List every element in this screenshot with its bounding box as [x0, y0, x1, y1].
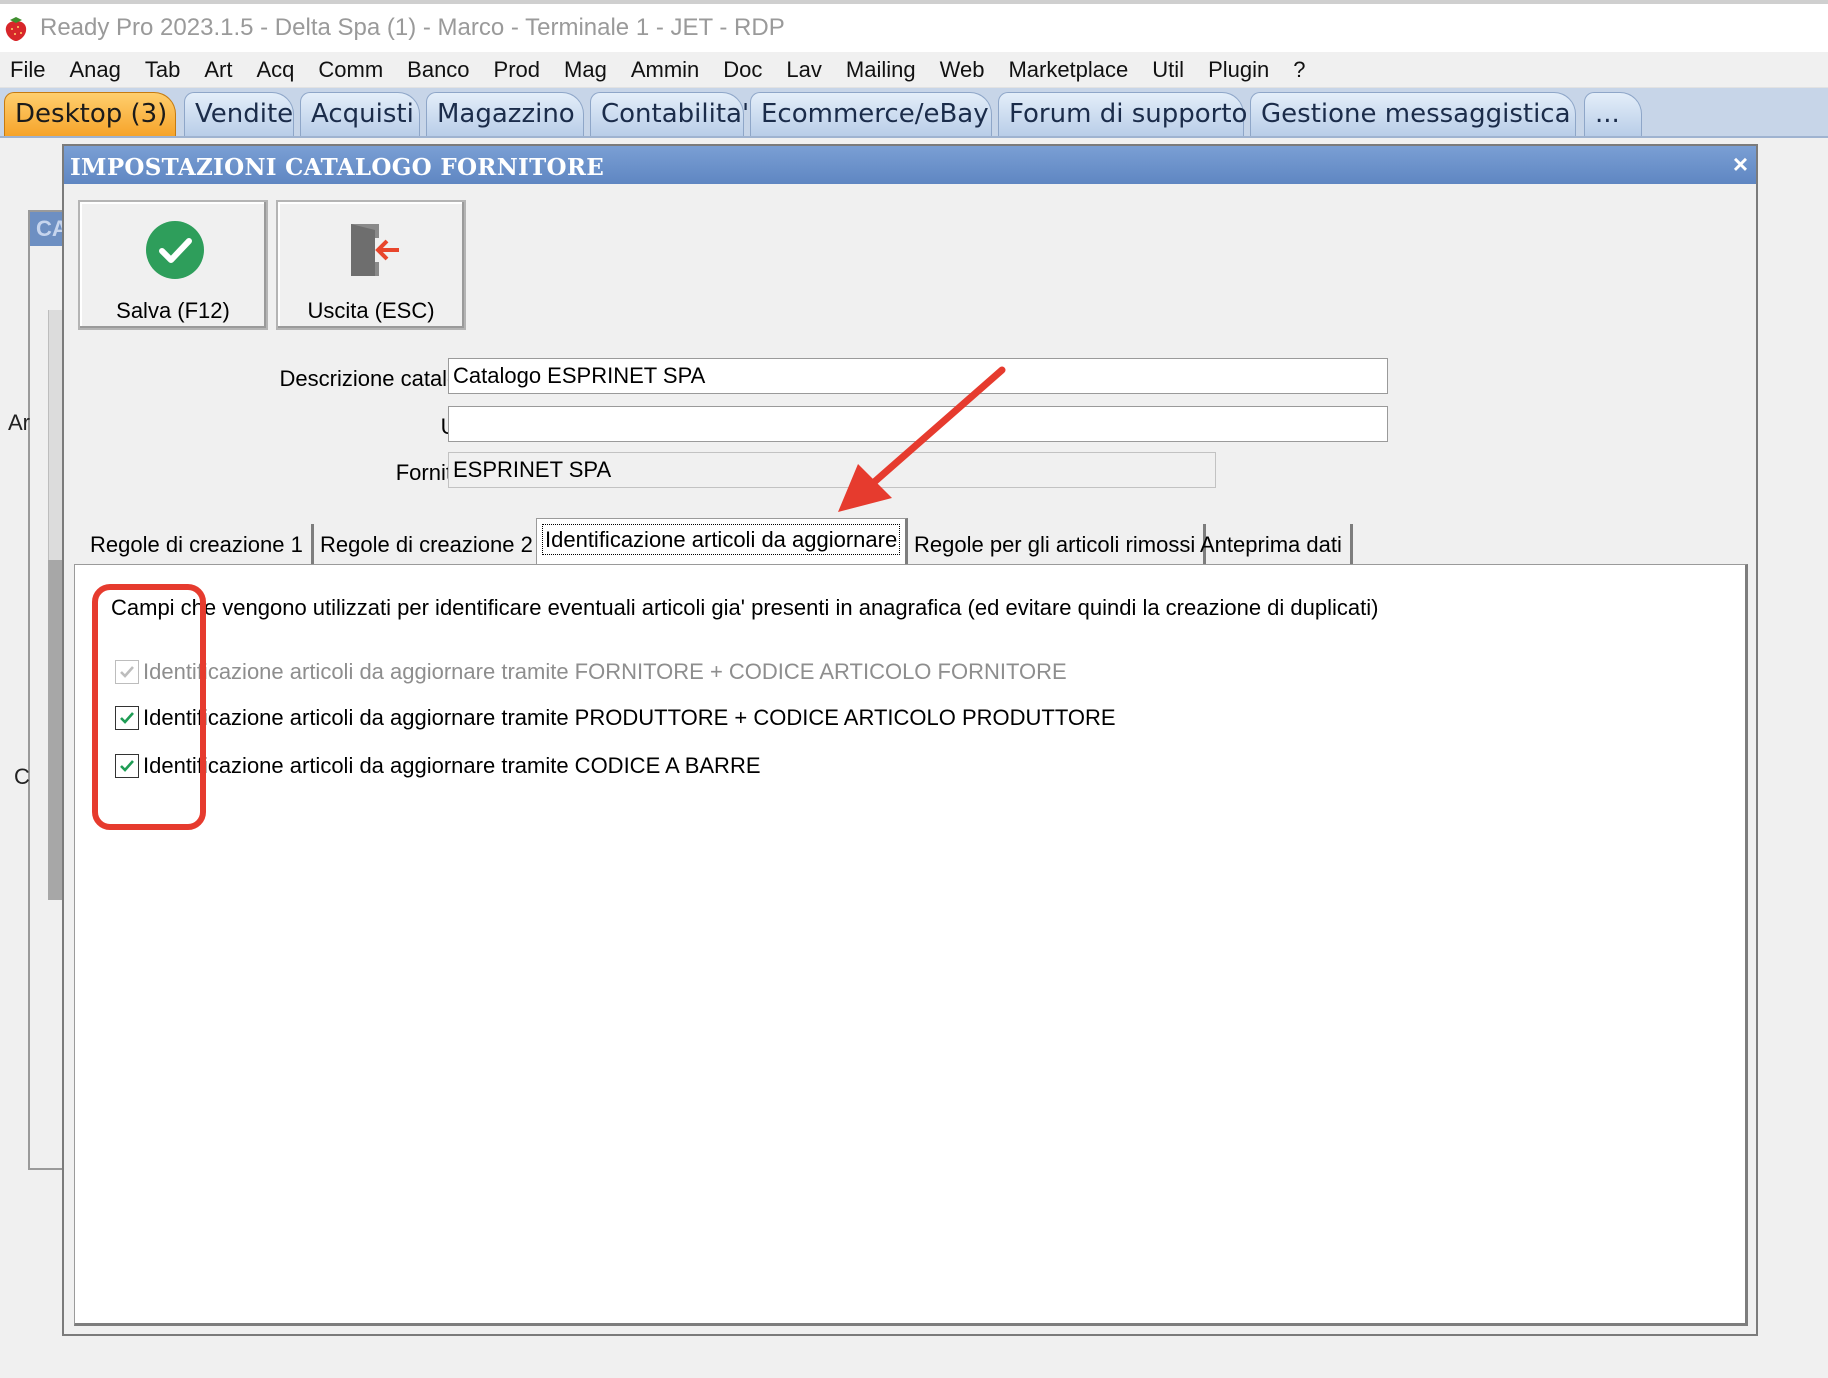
exit-button-label: Uscita (ESC) — [307, 298, 435, 323]
supplier-catalog-settings-dialog: IMPOSTAZIONI CATALOGO FORNITORE × Salva … — [62, 144, 1758, 1336]
menu-item[interactable]: Comm — [308, 57, 397, 83]
option-label: Identificazione articoli da aggiornare t… — [143, 705, 1116, 730]
menu-bar: File Anag Tab Art Acq Comm Banco Prod Mag Ammin Do… — [0, 52, 1828, 88]
menu-item[interactable]: Prod — [484, 57, 554, 83]
app-tab[interactable]: Gestione messaggistica — [1250, 92, 1576, 136]
background-window-label: Ar — [8, 410, 30, 435]
tab-label: Regole di creazione 1 — [90, 532, 303, 557]
app-tab[interactable]: Acquisti — [300, 92, 420, 136]
menu-item[interactable]: Mailing — [836, 57, 930, 83]
checkmark-circle-icon — [146, 221, 204, 279]
tab-label: Anteprima dati — [1200, 532, 1342, 557]
identification-option: Identificazione articoli da aggiornare t… — [115, 659, 1067, 685]
app-tab-strip: Desktop (3) Vendite Acquisti Magazzino Conta… — [0, 88, 1828, 138]
app-title-bar: Ready Pro 2023.1.5 - Delta Spa (1) - Mar… — [0, 0, 1828, 52]
menu-item[interactable]: Web — [930, 57, 999, 83]
identification-option[interactable]: Identificazione articoli da aggiornare t… — [115, 753, 761, 779]
menu-item[interactable]: Util — [1142, 57, 1198, 83]
app-tab[interactable]: Desktop (3) — [4, 92, 176, 136]
url-field[interactable] — [448, 406, 1388, 442]
tab-4[interactable]: Anteprima dati — [1192, 524, 1353, 564]
menu-item[interactable]: Doc — [713, 57, 776, 83]
app-tab[interactable]: Forum di supporto — [998, 92, 1247, 136]
background-scrollbar-thumb — [48, 560, 62, 900]
menu-item[interactable]: File — [0, 57, 59, 83]
app-title: Ready Pro 2023.1.5 - Delta Spa (1) - Mar… — [40, 14, 785, 41]
menu-item[interactable]: Art — [194, 57, 246, 83]
menu-item[interactable]: Acq — [246, 57, 308, 83]
tab-0[interactable]: Regole di creazione 1 — [82, 524, 314, 564]
close-icon[interactable]: × — [1733, 150, 1748, 178]
exit-door-icon — [351, 224, 399, 276]
app-tab[interactable]: ... — [1584, 92, 1642, 136]
tab-label: Regole per gli articoli rimossi — [914, 532, 1196, 557]
menu-item[interactable]: Anag — [59, 57, 134, 83]
menu-item[interactable]: Plugin — [1198, 57, 1283, 83]
menu-item[interactable]: Banco — [397, 57, 483, 83]
app-tab[interactable]: Vendite — [184, 92, 294, 136]
menu-item[interactable]: Ammin — [621, 57, 713, 83]
menu-item[interactable]: Tab — [135, 57, 194, 83]
dialog-title: IMPOSTAZIONI CATALOGO FORNITORE — [64, 146, 1756, 184]
app-tab[interactable]: Ecommerce/eBay — [750, 92, 992, 136]
save-button-label: Salva (F12) — [116, 298, 230, 323]
exit-button[interactable]: Uscita (ESC) — [276, 200, 466, 330]
tab-label: Regole di creazione 2 — [320, 532, 533, 557]
description-field[interactable] — [448, 358, 1388, 394]
identification-option[interactable]: Identificazione articoli da aggiornare t… — [115, 705, 1116, 731]
tab-3[interactable]: Regole per gli articoli rimossi — [906, 524, 1207, 564]
tab-panel: Campi che vengono utilizzati per identif… — [74, 564, 1748, 1326]
menu-item[interactable]: ? — [1283, 57, 1319, 83]
option-label: Identificazione articoli da aggiornare t… — [143, 753, 761, 778]
panel-description: Campi che vengono utilizzati per identif… — [111, 595, 1379, 620]
save-button[interactable]: Salva (F12) — [78, 200, 268, 330]
menu-item[interactable]: Mag — [554, 57, 621, 83]
tab-label: Identificazione articoli da aggiornare — [541, 524, 901, 555]
tab-2[interactable]: Identificazione articoli da aggiornare — [536, 518, 909, 564]
tab-1[interactable]: Regole di creazione 2 — [312, 524, 544, 564]
strawberry-icon — [5, 17, 27, 41]
annotation-highlight-box — [92, 584, 206, 830]
menu-item[interactable]: Lav — [776, 57, 835, 83]
menu-item[interactable]: Marketplace — [998, 57, 1142, 83]
background-window-header: CA — [30, 212, 66, 246]
supplier-field — [448, 452, 1216, 488]
app-tab[interactable]: Contabilita' — [590, 92, 749, 136]
background-window-label: C — [14, 764, 30, 789]
option-label: Identificazione articoli da aggiornare t… — [143, 659, 1067, 684]
app-tab[interactable]: Magazzino — [426, 92, 584, 136]
